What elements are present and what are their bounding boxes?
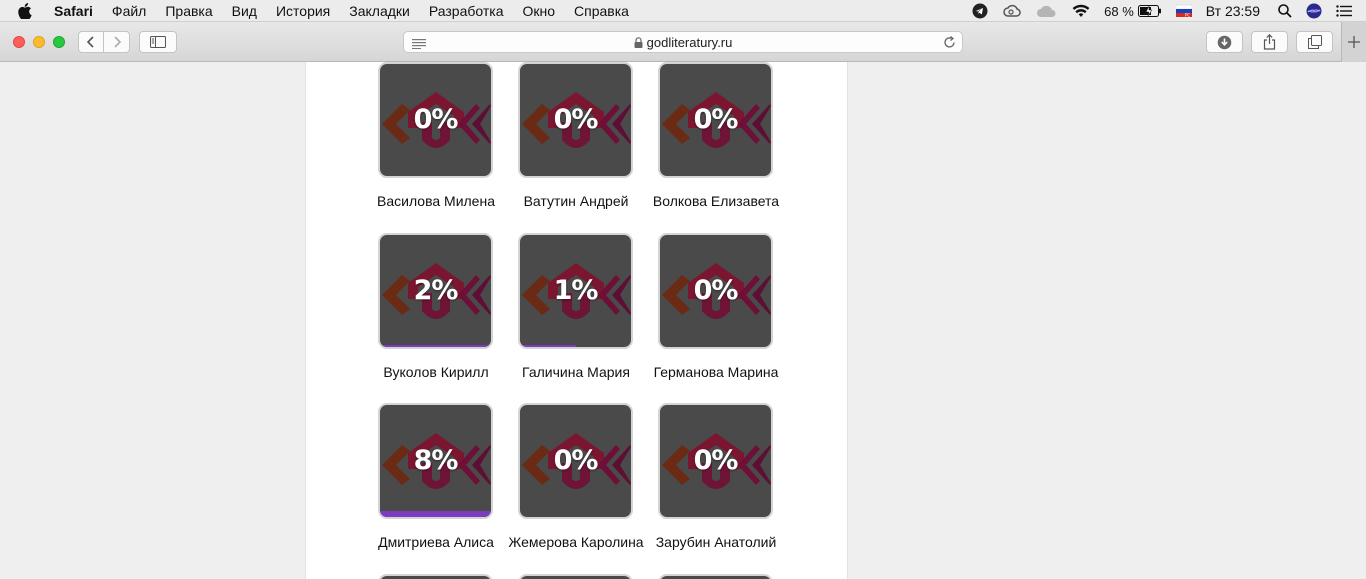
progress-tile[interactable]: 0%: [378, 62, 493, 178]
progress-percent: 0%: [693, 104, 739, 135]
back-button[interactable]: [79, 32, 105, 52]
share-button[interactable]: [1251, 31, 1288, 53]
spotlight-search-icon[interactable]: [1278, 4, 1292, 18]
progress-percent: 2%: [413, 275, 459, 306]
url-text: godliteratury.ru: [646, 34, 733, 50]
participant-name[interactable]: Василова Милена: [366, 191, 506, 212]
sidebar-toggle-button[interactable]: [139, 31, 177, 53]
navigation-buttons: [78, 31, 130, 53]
battery-charging-icon[interactable]: [1137, 5, 1162, 17]
plus-icon: [1348, 36, 1360, 48]
progress-tile[interactable]: 0%: [658, 62, 773, 178]
menu-history[interactable]: История: [276, 3, 330, 19]
sidebar-icon: [150, 36, 166, 48]
menu-app-name[interactable]: Safari: [54, 3, 93, 19]
participant-name[interactable]: Волкова Елизавета: [646, 191, 786, 212]
progress-percent: 8%: [413, 445, 459, 476]
participant-name[interactable]: Ватутин Андрей: [506, 191, 646, 212]
menu-develop[interactable]: Разработка: [429, 3, 504, 19]
menu-view[interactable]: Вид: [232, 3, 257, 19]
participant-name[interactable]: Вуколов Кирилл: [366, 362, 506, 383]
content-column: 0% Василова Милена 0% Ватутин Андрей 0% …: [305, 62, 848, 579]
progress-tile[interactable]: 1%: [518, 233, 633, 349]
progress-bar: [380, 345, 491, 347]
participant-name[interactable]: Жемерова Каролина: [506, 532, 646, 553]
notification-center-icon[interactable]: [1336, 5, 1352, 17]
progress-tile[interactable]: [378, 574, 493, 579]
menu-edit[interactable]: Правка: [165, 3, 212, 19]
close-window-button[interactable]: [13, 36, 25, 48]
progress-percent: 0%: [413, 104, 459, 135]
participant-name[interactable]: Галичина Мария: [506, 362, 646, 383]
forward-button[interactable]: [104, 32, 129, 52]
svg-text:PC: PC: [1185, 13, 1190, 18]
tabs-overview-icon: [1307, 35, 1322, 49]
progress-tile[interactable]: [518, 574, 633, 579]
reader-view-icon[interactable]: [412, 37, 426, 52]
address-bar[interactable]: godliteratury.ru: [403, 31, 963, 53]
reload-icon[interactable]: [943, 35, 956, 52]
progress-percent: 0%: [693, 275, 739, 306]
show-tabs-button[interactable]: [1296, 31, 1333, 53]
progress-tile[interactable]: 0%: [658, 403, 773, 519]
progress-percent: 1%: [553, 275, 599, 306]
progress-bar: [380, 511, 491, 517]
chevron-left-icon: [86, 36, 94, 48]
macos-menubar: Safari Файл Правка Вид История Закладки …: [0, 0, 1366, 22]
progress-tile[interactable]: 0%: [518, 62, 633, 178]
menu-file[interactable]: Файл: [112, 3, 146, 19]
browser-toolbar: godliteratury.ru: [0, 22, 1366, 62]
zoom-window-button[interactable]: [53, 36, 65, 48]
progress-tile[interactable]: 2%: [378, 233, 493, 349]
progress-bar: [520, 345, 576, 347]
battery-percent: 68 %: [1104, 3, 1134, 19]
menu-bookmarks[interactable]: Закладки: [349, 3, 410, 19]
icloud-icon[interactable]: [1036, 4, 1058, 18]
progress-percent: 0%: [693, 445, 739, 476]
telegram-icon[interactable]: [972, 3, 988, 19]
menubar-clock[interactable]: Вт 23:59: [1206, 3, 1260, 19]
progress-tile[interactable]: 0%: [518, 403, 633, 519]
participant-name[interactable]: Германова Марина: [646, 362, 786, 383]
menu-help[interactable]: Справка: [574, 3, 629, 19]
progress-tile[interactable]: [658, 574, 773, 579]
minimize-window-button[interactable]: [33, 36, 45, 48]
share-icon: [1263, 34, 1276, 50]
progress-tile[interactable]: 8%: [378, 403, 493, 519]
participant-name[interactable]: Зарубин Анатолий: [646, 532, 786, 553]
progress-percent: 0%: [553, 104, 599, 135]
web-page: 0% Василова Милена 0% Ватутин Андрей 0% …: [0, 62, 1366, 579]
chevron-right-icon: [113, 36, 121, 48]
siri-icon[interactable]: [1306, 3, 1322, 19]
progress-percent: 0%: [553, 445, 599, 476]
apple-icon[interactable]: [18, 2, 38, 19]
downloads-button[interactable]: [1206, 31, 1243, 53]
download-icon: [1217, 35, 1232, 49]
new-tab-button[interactable]: [1341, 22, 1366, 62]
wifi-icon[interactable]: [1072, 4, 1090, 18]
progress-tile[interactable]: 0%: [658, 233, 773, 349]
lock-icon: [634, 36, 643, 48]
menu-window[interactable]: Окно: [522, 3, 555, 19]
participant-name[interactable]: Дмитриева Алиса: [366, 532, 506, 553]
russian-flag-icon[interactable]: PC: [1175, 4, 1192, 18]
creative-cloud-icon[interactable]: [1002, 4, 1022, 18]
